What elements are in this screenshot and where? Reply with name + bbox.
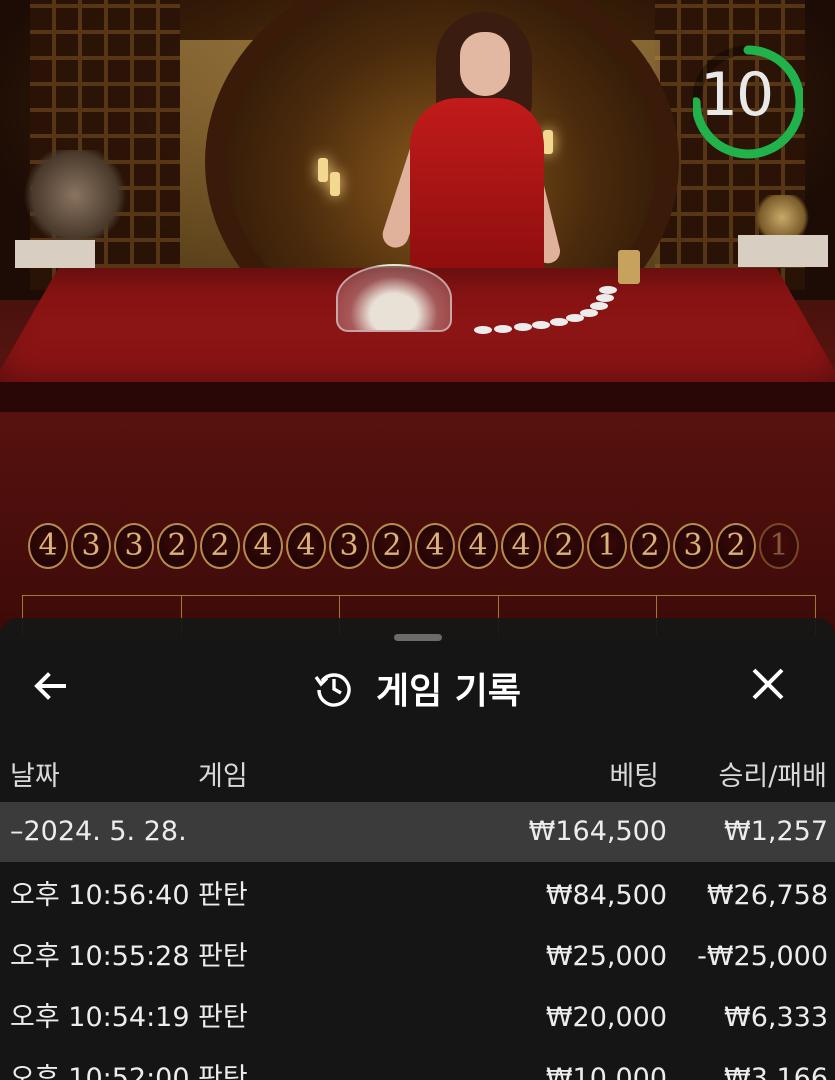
table-edge xyxy=(0,382,835,412)
road-bead: 2 xyxy=(630,523,670,569)
win-loss-amount: ₩1,257 xyxy=(724,816,828,847)
column-header-date: 날짜 xyxy=(10,761,60,792)
round-time: 오후 10:56:40 xyxy=(10,880,190,911)
road-bead: 4 xyxy=(243,523,283,569)
road-bead: 1 xyxy=(587,523,627,569)
candle-light xyxy=(543,130,553,154)
road-bead: 2 xyxy=(544,523,584,569)
bet-amount: ₩84,500 xyxy=(545,880,667,911)
game-name: 판탄 xyxy=(198,941,248,972)
brass-cup xyxy=(618,250,640,284)
road-bead: 4 xyxy=(286,523,326,569)
history-row[interactable]: 오후 10:54:19 판탄 ₩20,000 ₩6,333 xyxy=(0,988,835,1048)
game-name: 판탄 xyxy=(198,880,248,911)
road-bead: 2 xyxy=(157,523,197,569)
history-row[interactable]: 오후 10:55:28 판탄 ₩25,000 -₩25,000 xyxy=(0,927,835,987)
win-loss-amount: ₩3,166 xyxy=(724,1063,828,1080)
win-loss-amount: -₩25,000 xyxy=(697,941,828,972)
counted-beads xyxy=(474,286,617,334)
road-bead: 3 xyxy=(71,523,111,569)
timer-value: 10 xyxy=(699,60,774,130)
candle-light xyxy=(330,172,340,196)
dealer-face xyxy=(460,32,510,96)
date-group-row[interactable]: –2024. 5. 28. ₩164,500 ₩1,257 xyxy=(0,802,835,862)
win-loss-amount: ₩26,758 xyxy=(706,880,828,911)
date-value: –2024. 5. 28. xyxy=(10,816,187,847)
bet-amount: ₩25,000 xyxy=(545,941,667,972)
results-road: 433224432444212321 xyxy=(28,523,828,575)
road-bead: 3 xyxy=(114,523,154,569)
column-header-win-loss: 승리/패배 xyxy=(718,761,827,792)
game-name: 판탄 xyxy=(198,1063,248,1080)
road-bead: 4 xyxy=(415,523,455,569)
win-loss-amount: ₩6,333 xyxy=(724,1002,828,1033)
road-bead: 3 xyxy=(329,523,369,569)
round-time: 오후 10:52:00 xyxy=(10,1063,190,1080)
close-button[interactable] xyxy=(748,664,804,708)
dealer xyxy=(410,98,544,273)
bet-amount: ₩20,000 xyxy=(545,1002,667,1033)
history-clock-icon xyxy=(314,673,351,707)
pedestal-right xyxy=(738,235,828,267)
panel-title: 게임 기록 xyxy=(375,671,521,712)
history-row[interactable]: 오후 10:56:40 판탄 ₩84,500 ₩26,758 xyxy=(0,866,835,926)
countdown-timer: 10 xyxy=(693,33,803,171)
bet-amount: ₩10,000 xyxy=(545,1063,667,1080)
live-video-feed: 10 433224432444212321 xyxy=(0,0,835,640)
round-time: 오후 10:54:19 xyxy=(10,1002,190,1033)
column-header-bet: 베팅 xyxy=(609,761,659,792)
road-bead: 4 xyxy=(501,523,541,569)
road-bead: 4 xyxy=(458,523,498,569)
close-icon xyxy=(752,668,784,700)
game-name: 판탄 xyxy=(198,1002,248,1033)
road-bead: 1 xyxy=(759,523,799,569)
dragon-statue xyxy=(752,195,812,240)
column-header-game: 게임 xyxy=(198,761,248,792)
road-bead: 3 xyxy=(673,523,713,569)
bead-dome xyxy=(336,264,452,332)
round-time: 오후 10:55:28 xyxy=(10,941,190,972)
history-row[interactable]: 오후 10:52:00 판탄 ₩10,000 ₩3,166 xyxy=(0,1049,835,1080)
road-bead: 4 xyxy=(28,523,68,569)
bet-amount: ₩164,500 xyxy=(528,816,667,847)
pedestal-left xyxy=(15,240,95,268)
road-bead: 2 xyxy=(372,523,412,569)
decor-plant xyxy=(20,150,130,240)
game-history-panel: 게임 기록 날짜 게임 베팅 승리/패배 –2024. 5. 28. ₩164,… xyxy=(0,618,835,1080)
panel-header: 게임 기록 xyxy=(0,662,835,714)
road-bead: 2 xyxy=(716,523,756,569)
road-bead: 2 xyxy=(200,523,240,569)
drag-handle[interactable] xyxy=(394,634,442,641)
candle-light xyxy=(318,158,328,182)
